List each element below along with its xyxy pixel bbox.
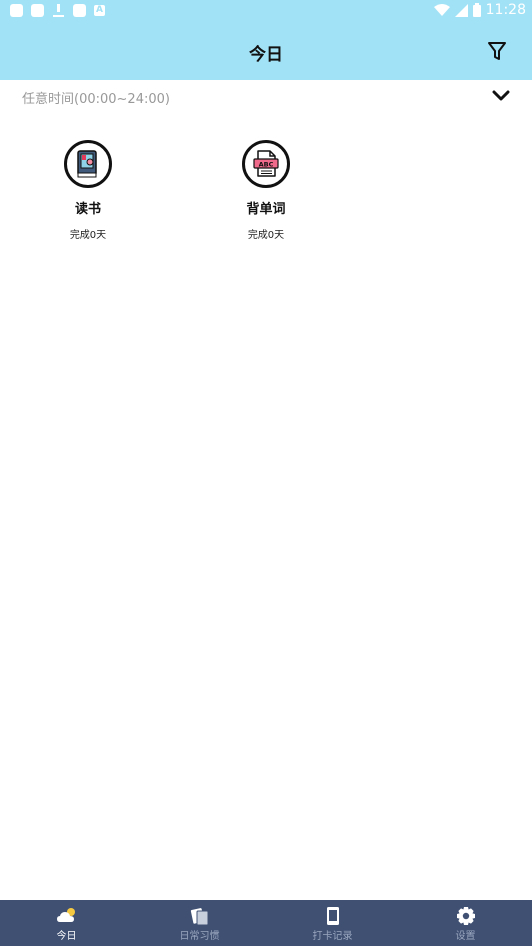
a-icon: A [94,5,105,16]
expand-button[interactable] [490,86,512,106]
notification-icons: A [10,4,105,17]
notification-icon [73,4,86,17]
filter-icon [488,42,506,60]
chevron-down-icon [492,90,510,101]
notification-icon [31,4,44,17]
habit-status: 完成0天 [247,230,285,241]
habit-name: 读书 [74,202,101,217]
habit-icon-circle [64,140,112,188]
status-bar: A 11:28 [0,0,532,24]
gear-icon [455,906,477,926]
habit-item-vocabulary[interactable]: ABC 背单词 完成0天 [206,140,326,241]
nav-label: 设置 [455,931,476,942]
habit-status: 完成0天 [69,230,107,241]
filter-button[interactable] [486,40,508,62]
nav-item-today[interactable]: 今日 [0,900,133,946]
clock: 11:28 [485,2,526,18]
time-filter-label: 任意时间(00:00~24:00) [22,92,170,107]
svg-text:ABC: ABC [259,160,274,168]
download-icon [52,4,65,17]
nav-item-checkin-records[interactable]: 打卡记录 [266,900,399,946]
battery-icon [472,3,481,17]
cloud-sun-icon [56,906,78,926]
habit-name: 背单词 [246,202,286,217]
abc-file-icon: ABC [253,150,279,177]
time-filter-row[interactable]: 任意时间(00:00~24:00) [0,80,532,114]
nav-item-settings[interactable]: 设置 [399,900,532,946]
app-bar: 今日 [0,24,532,80]
book-icon [77,150,97,178]
habit-icon-circle: ABC [242,140,290,188]
nav-label: 日常习惯 [179,931,220,942]
habit-item-reading[interactable]: 读书 完成0天 [28,140,148,241]
wifi-icon [433,3,450,16]
signal-icon [454,3,468,17]
page-title: 今日 [249,45,283,65]
tablet-icon [322,906,344,926]
nav-label: 打卡记录 [312,931,353,942]
notification-icon [10,4,23,17]
cards-icon [189,906,211,926]
status-right: 11:28 [433,2,526,18]
nav-label: 今日 [56,931,77,942]
nav-item-habits[interactable]: 日常习惯 [133,900,266,946]
bottom-nav: 今日 日常习惯 打卡记录 设置 [0,900,532,946]
